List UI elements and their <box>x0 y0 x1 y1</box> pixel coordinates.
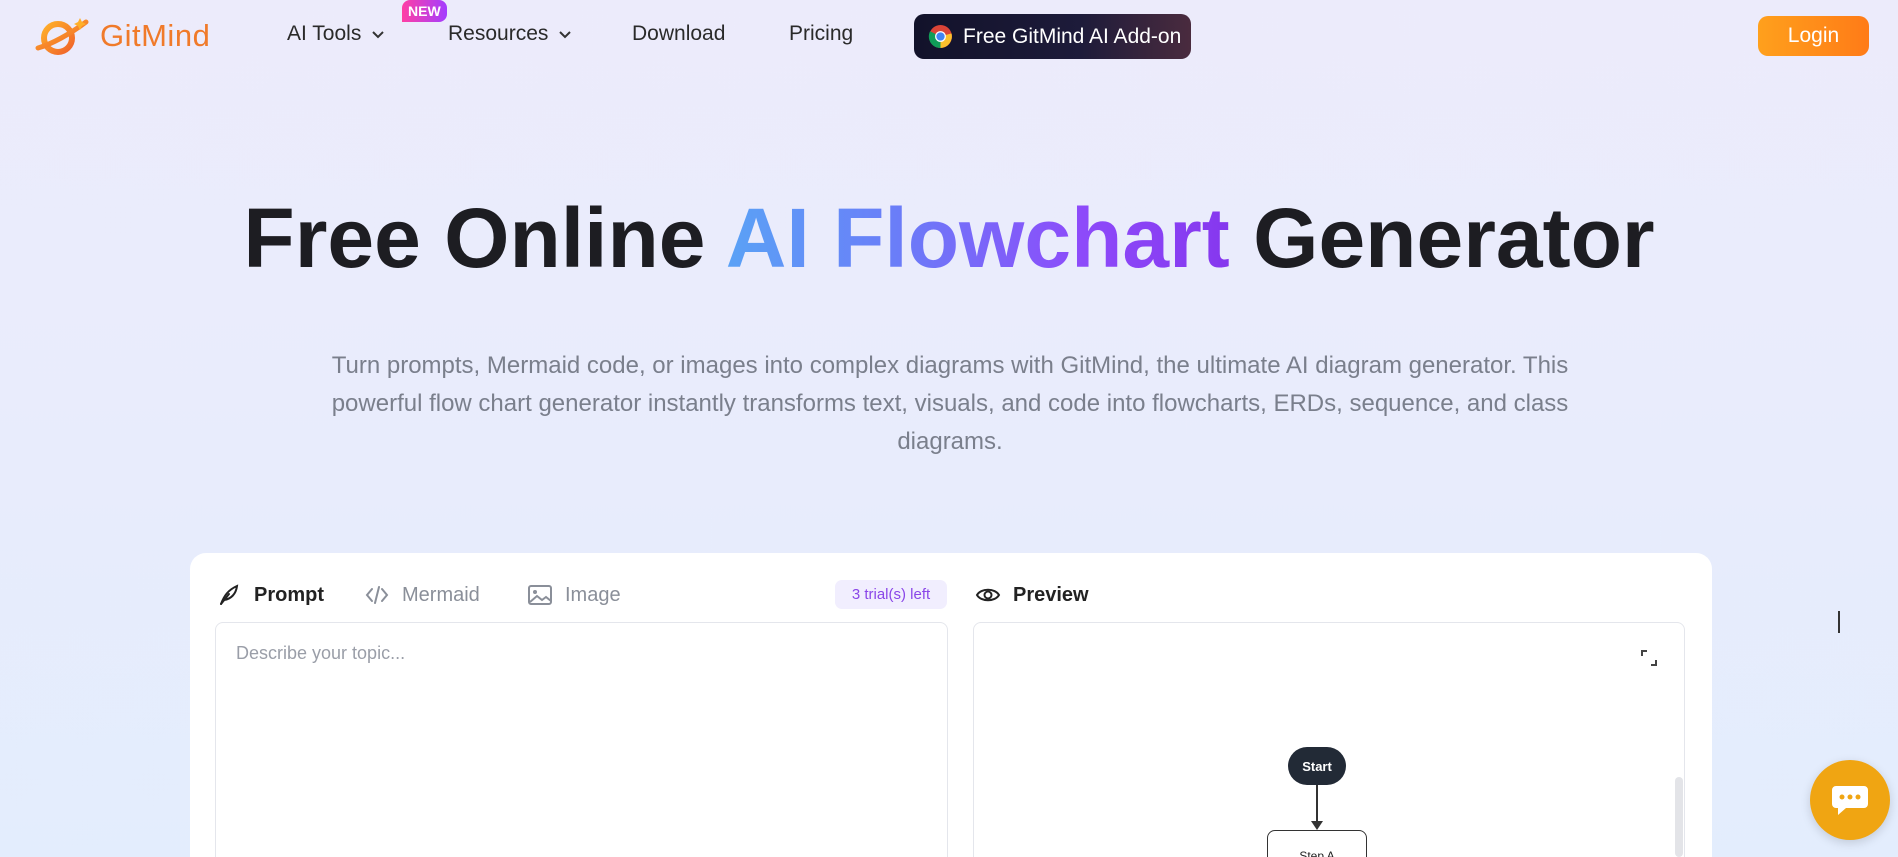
logo-text: GitMind <box>100 18 211 53</box>
preview-panel <box>973 622 1685 857</box>
addon-button-label: Free GitMind AI Add-on <box>963 24 1182 48</box>
new-badge: NEW <box>402 0 447 22</box>
code-icon <box>365 586 389 604</box>
topic-input[interactable] <box>236 643 926 843</box>
trial-badge: 3 trial(s) left <box>835 580 947 609</box>
chrome-icon <box>928 25 952 48</box>
hero-subtitle: Turn prompts, Mermaid code, or images in… <box>331 352 1569 455</box>
chevron-down-icon <box>558 22 572 46</box>
gitmind-addon-button[interactable]: Free GitMind AI Add-on <box>914 14 1191 59</box>
title-highlight: AI Flowchart <box>725 191 1230 285</box>
nav-resources-label: Resources <box>448 22 549 45</box>
site-header: GitMind AI Tools NEW Resources Download … <box>0 0 1898 72</box>
tab-mermaid-label: Mermaid <box>402 583 480 606</box>
image-icon <box>528 585 552 605</box>
tab-mermaid[interactable]: Mermaid <box>364 582 480 608</box>
title-part1: Free Online <box>243 191 726 285</box>
chevron-down-icon <box>371 22 385 46</box>
flowchart-node-start: Start <box>1288 747 1346 785</box>
flowchart-arrow-head <box>1311 821 1323 830</box>
nav-pricing[interactable]: Pricing <box>789 22 853 46</box>
nav-ai-tools-label: AI Tools <box>287 22 362 45</box>
page-title: Free Online AI Flowchart Generator <box>0 190 1898 286</box>
nav-ai-tools[interactable]: AI Tools <box>287 22 385 46</box>
preview-label: Preview <box>1013 583 1089 606</box>
nav-resources[interactable]: Resources <box>448 22 572 46</box>
prompt-editor <box>215 622 948 857</box>
nav-download-label: Download <box>632 22 726 45</box>
login-button[interactable]: Login <box>1758 16 1869 56</box>
eye-icon <box>975 588 1001 602</box>
tab-prompt[interactable]: Prompt <box>216 582 324 608</box>
tab-image-label: Image <box>565 583 621 606</box>
flowchart-node-step-a: Step A <box>1267 830 1367 857</box>
gitmind-logo-icon <box>35 18 89 55</box>
feather-icon <box>220 584 239 605</box>
chat-support-button[interactable] <box>1810 760 1890 840</box>
text-cursor <box>1838 611 1840 633</box>
chat-bubble-icon <box>1832 786 1868 815</box>
nav-pricing-label: Pricing <box>789 22 854 45</box>
fullscreen-icon[interactable] <box>1640 649 1658 667</box>
tab-image[interactable]: Image <box>527 582 621 608</box>
preview-label-row: Preview <box>975 582 1089 608</box>
gitmind-logo[interactable]: GitMind <box>32 14 210 58</box>
nav-download[interactable]: Download <box>632 22 725 46</box>
preview-scrollbar[interactable] <box>1675 777 1683 857</box>
tab-prompt-label: Prompt <box>254 583 324 606</box>
title-part2: Generator <box>1229 191 1655 285</box>
